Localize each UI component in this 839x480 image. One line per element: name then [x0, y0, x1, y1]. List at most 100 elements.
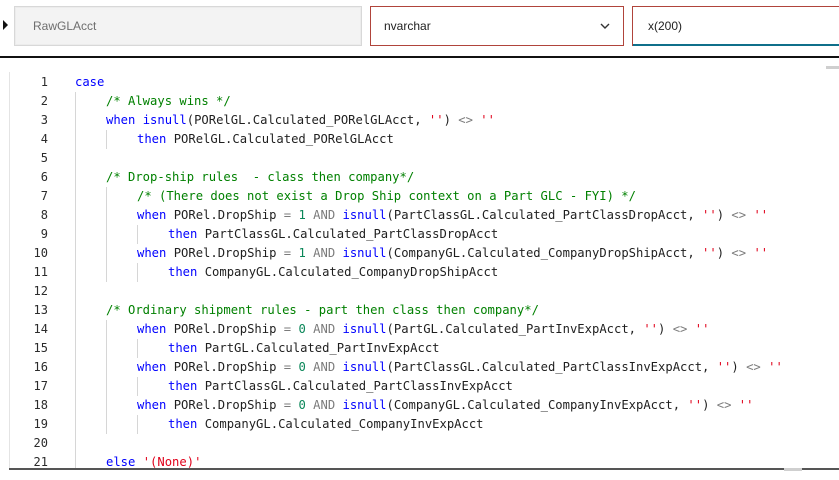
code-token: '' — [643, 322, 659, 336]
indent-guide — [106, 396, 107, 415]
line-number: 20 — [33, 436, 48, 450]
data-type-select[interactable]: nvarchar — [370, 6, 624, 46]
code-line[interactable]: 20 — [10, 434, 839, 453]
code-text: then PartGL.Calculated_PartInvExpAcct — [168, 339, 440, 358]
code-token: when — [137, 398, 167, 412]
code-token: = — [283, 360, 292, 374]
code-token: <> — [716, 398, 732, 412]
code-line[interactable]: 12 — [10, 282, 839, 301]
chevron-down-icon[interactable] — [599, 20, 611, 32]
code-text: then PartClassGL.Calculated_PartClassInv… — [168, 377, 513, 396]
code-text: /* Ordinary shipment rules - part then c… — [106, 301, 539, 320]
code-token: PORel.DropShip — [166, 398, 284, 412]
code-line[interactable]: 4 then PORelGL.Calculated_PORelGLAcct — [10, 130, 839, 149]
code-token: CompanyGL.Calculated_CompanyDropShipAcct — [197, 265, 499, 279]
sql-expression-editor[interactable]: 1 case 2/* Always wins */3 when isnull(PORe… — [9, 72, 839, 468]
indent-guide — [106, 130, 107, 149]
code-token: (PartClassGL.Calculated_PartClassInvExpA… — [386, 360, 717, 374]
code-line[interactable]: 18 when PORel.DropShip = 0 AND isnull(Com… — [10, 396, 839, 415]
code-token: then — [168, 227, 198, 241]
code-token: = — [283, 246, 292, 260]
code-line[interactable]: 16 when PORel.DropShip = 0 AND isnull(Par… — [10, 358, 839, 377]
code-token: = — [283, 398, 292, 412]
line-number: 11 — [33, 265, 48, 279]
code-token: when — [137, 322, 167, 336]
code-line[interactable]: 10 when PORel.DropShip = 1 AND isnull(Com… — [10, 244, 839, 263]
code-line[interactable]: 19 then CompanyGL.Calculated_CompanyInvEx… — [10, 415, 839, 434]
indent-guide — [75, 130, 76, 149]
code-text: /* Drop-ship rules - class then company*… — [106, 168, 414, 187]
code-token: case — [75, 75, 105, 89]
indent-guide — [75, 263, 76, 282]
code-line[interactable]: 7 /* (There does not exist a Drop Ship co… — [10, 187, 839, 206]
line-number: 4 — [40, 132, 48, 146]
code-token: '' — [768, 360, 783, 374]
code-token: PORel.DropShip — [166, 208, 284, 222]
horizontal-scrollbar-thumb[interactable] — [784, 468, 802, 471]
indent-guide — [75, 282, 76, 301]
indent-guide — [75, 339, 76, 358]
code-token: then — [168, 379, 198, 393]
code-line[interactable]: 5 — [10, 149, 839, 168]
column-name-value: RawGLAcct — [33, 19, 97, 33]
scroll-stub — [826, 66, 839, 69]
column-name-field[interactable]: RawGLAcct — [14, 6, 362, 46]
code-token: = — [283, 208, 292, 222]
code-token: 1 — [298, 208, 306, 222]
code-line[interactable]: 2 /* Always wins */ — [10, 92, 839, 111]
format-length-field[interactable]: x(200) — [632, 6, 839, 46]
code-line[interactable]: 8 when PORel.DropShip = 1 AND isnull(Part… — [10, 206, 839, 225]
indent-guide — [75, 415, 76, 434]
indent-guide — [137, 377, 138, 396]
code-token: (CompanyGL.Calculated_CompanyInvExpAcct, — [386, 398, 688, 412]
focus-underline — [633, 44, 839, 46]
code-line[interactable]: 11 then CompanyGL.Calculated_CompanyDropS… — [10, 263, 839, 282]
line-number: 13 — [33, 303, 48, 317]
code-token: = — [283, 322, 292, 336]
format-length-value: x(200) — [648, 19, 683, 33]
code-line[interactable]: 14 when PORel.DropShip = 0 AND isnull(Par… — [10, 320, 839, 339]
line-number: 5 — [40, 151, 48, 165]
line-number: 6 — [40, 170, 48, 184]
code-line[interactable]: 9 then PartClassGL.Calculated_PartClassDr… — [10, 225, 839, 244]
code-token: (CompanyGL.Calculated_CompanyDropShipAcc… — [386, 246, 703, 260]
code-token: '' — [702, 208, 717, 222]
code-token: isnull — [142, 113, 187, 127]
code-token: ) — [716, 246, 732, 260]
code-line[interactable]: 21 else '(None)' — [10, 453, 839, 468]
indent-guide — [106, 377, 107, 396]
code-token: '' — [694, 322, 710, 336]
line-number: 9 — [40, 227, 48, 241]
line-number: 18 — [33, 398, 48, 412]
indent-guide — [106, 320, 107, 339]
indent-guide — [75, 396, 76, 415]
code-line[interactable]: 3 when isnull(PORelGL.Calculated_PORelGLA… — [10, 111, 839, 130]
code-line[interactable]: 13 /* Ordinary shipment rules - part then… — [10, 301, 839, 320]
code-token: <> — [746, 360, 761, 374]
code-token: when — [137, 246, 167, 260]
indent-guide — [106, 187, 107, 206]
code-token: then — [168, 341, 198, 355]
code-line[interactable]: 1 case — [10, 73, 839, 92]
code-text: then PartClassGL.Calculated_PartClassDro… — [168, 225, 498, 244]
code-token: AND — [313, 360, 336, 374]
indent-guide — [75, 301, 76, 320]
code-text: then PORelGL.Calculated_PORelGLAcct — [137, 130, 394, 149]
code-text: when isnull(PORelGL.Calculated_PORelGLAc… — [106, 111, 495, 130]
code-token: /* (There does not exist a Drop Ship con… — [137, 189, 636, 203]
code-token: (PartClassGL.Calculated_PartClassDropAcc… — [386, 208, 703, 222]
indent-guide — [75, 92, 76, 111]
code-token: <> — [731, 208, 747, 222]
code-token: '' — [753, 208, 769, 222]
code-token: /* Drop-ship rules - class then company*… — [106, 170, 415, 184]
code-line[interactable]: 17 then PartClassGL.Calculated_PartClassI… — [10, 377, 839, 396]
code-line[interactable]: 6 /* Drop-ship rules - class then company… — [10, 168, 839, 187]
code-token: isnull — [342, 398, 387, 412]
indent-guide — [75, 244, 76, 263]
code-token: AND — [313, 208, 336, 222]
code-line[interactable]: 15 then PartGL.Calculated_PartInvExpAcct — [10, 339, 839, 358]
